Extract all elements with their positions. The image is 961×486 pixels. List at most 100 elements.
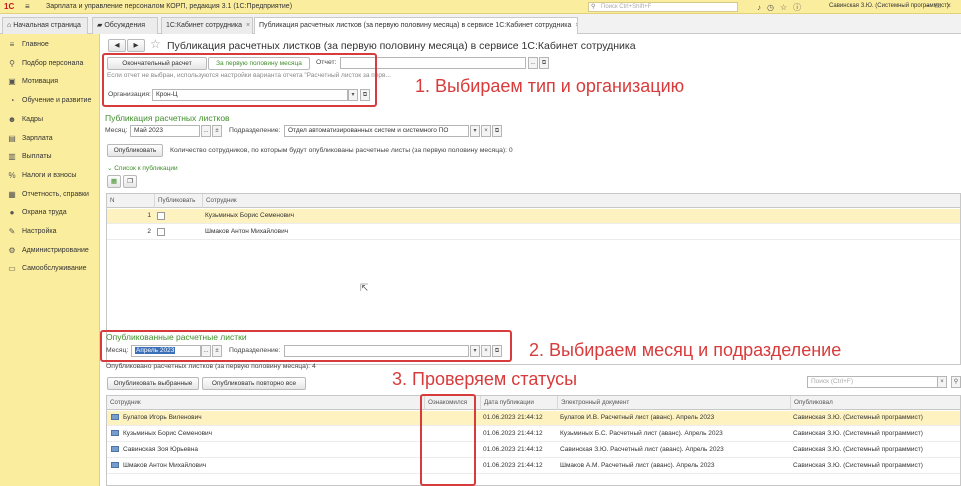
publish-again-all-button[interactable]: Опубликовать повторно все	[202, 377, 306, 390]
publish-count-text: Количество сотрудников, по которым будут…	[170, 147, 513, 154]
report-open-button[interactable]: ⧉	[539, 57, 549, 69]
sidebar-item[interactable]: ▣ Мотивация	[0, 73, 100, 91]
table-row[interactable]: 2 Шмаков Антон Михайлович	[107, 225, 960, 240]
employee-name: Кузьминых Борис Семенович	[111, 427, 212, 441]
section-icon: ⚲	[9, 58, 15, 68]
employee-name-text: Кузьминых Борис Семенович	[123, 430, 213, 437]
back-button[interactable]: ◀	[108, 39, 126, 52]
sidebar-item[interactable]: ▤ Зарплата	[0, 130, 100, 148]
page-title: Публикация расчетных листков (за первую …	[167, 40, 636, 52]
publish-month-label: Месяц:	[105, 127, 128, 134]
clear-search-icon[interactable]: ×	[937, 376, 947, 388]
close-window-icon[interactable]: ×	[946, 1, 957, 10]
tab-home[interactable]: ⌂ Начальная страница	[2, 17, 88, 34]
star-icon[interactable]: ☆	[780, 3, 793, 12]
close-icon[interactable]: ×	[575, 22, 577, 29]
employee-icon	[111, 414, 119, 421]
sidebar-item[interactable]: % Налоги и взносы	[0, 167, 100, 185]
close-icon[interactable]: ×	[246, 22, 250, 29]
favorite-star-icon[interactable]: ☆	[150, 37, 161, 51]
highlight-type-organization	[102, 53, 377, 107]
published-by: Савинская З.Ю. (Системный программист)	[793, 446, 923, 453]
section-icon: ▭	[8, 264, 16, 274]
publish-date: 01.06.2023 21:44:12	[483, 414, 543, 421]
section-icon: ▥	[8, 152, 16, 162]
section-icon: ▣	[8, 77, 16, 87]
highlight-acquainted-column	[420, 394, 476, 486]
publish-selected-button[interactable]: Опубликовать выбранные	[107, 377, 199, 390]
col-employee[interactable]: Сотрудник	[107, 396, 424, 410]
publish-dept-open-button[interactable]: ⧉	[492, 125, 502, 137]
sidebar-item[interactable]: ▦ Отчетность, справки	[0, 186, 100, 204]
sidebar-item[interactable]: ◔ Обучение и развитие	[0, 92, 100, 110]
copy-list-button[interactable]: ❐	[123, 175, 137, 188]
tab-publication[interactable]: Публикация расчетных листков (за первую …	[254, 17, 578, 35]
sidebar-item-label: Мотивация	[22, 78, 59, 86]
e-document: Булатов И.В. Расчетный лист (аванс). Апр…	[560, 414, 715, 421]
publish-checkbox[interactable]	[157, 228, 165, 236]
published-by: Савинская З.Ю. (Системный программист)	[793, 414, 923, 421]
publish-month-select-button[interactable]: ...	[201, 125, 211, 137]
sidebar-item[interactable]: ⚲ Подбор персонала	[0, 55, 100, 73]
publish-date: 01.06.2023 21:44:12	[483, 446, 543, 453]
employee-name-text: Булатов Игорь Виленович	[123, 414, 202, 421]
published-search-input[interactable]: Поиск (Ctrl+F)	[807, 376, 941, 388]
table-row[interactable]: Кузьминых Борис Семенович 01.06.2023 21:4…	[107, 427, 960, 442]
section-icon: ⚙	[8, 245, 16, 255]
highlight-month-department	[100, 330, 512, 362]
sidebar-item-label: Администрирование	[22, 246, 89, 254]
table-row[interactable]: Савинская Зоя Юрьевна 01.06.2023 21:44:12…	[107, 443, 960, 458]
publish-checkbox[interactable]	[157, 212, 165, 220]
col-published-by[interactable]: Опубликовал	[790, 396, 961, 410]
sidebar-item[interactable]: ▭ Самообслуживание	[0, 260, 100, 278]
publish-dept-field[interactable]: Отдел автоматизированных систем и систем…	[284, 125, 469, 137]
fill-list-button[interactable]: ▦	[107, 175, 121, 188]
table-row[interactable]: Булатов Игорь Виленович 01.06.2023 21:44:…	[107, 411, 960, 426]
published-grid: Сотрудник Ознакомился Дата публикации Эл…	[106, 395, 961, 486]
published-search-placeholder: Поиск (Ctrl+F)	[811, 378, 854, 385]
publish-dept-dropdown-icon[interactable]: ▾	[470, 125, 480, 137]
col-publish[interactable]: Публиковать	[154, 194, 202, 208]
publish-month-field[interactable]: Май 2023	[130, 125, 200, 137]
table-row[interactable]: Шмаков Антон Михайлович 01.06.2023 21:44:…	[107, 459, 960, 474]
section-icon: %	[8, 170, 16, 180]
employee-name-text: Шмаков Антон Михайлович	[123, 462, 207, 469]
sidebar-item[interactable]: ▥ Выплаты	[0, 148, 100, 166]
forward-button[interactable]: ▶	[127, 39, 145, 52]
col-employee[interactable]: Сотрудник	[202, 194, 602, 208]
publish-list-toggle[interactable]: ⌄ Список к публикации	[107, 164, 178, 172]
publish-dept-clear-button[interactable]: ×	[481, 125, 491, 137]
col-n[interactable]: N	[107, 194, 154, 208]
tab-employee-cabinet[interactable]: 1С:Кабинет сотрудника ×	[161, 17, 253, 34]
section-icon: ≡	[9, 40, 15, 49]
published-by: Савинская З.Ю. (Системный программист)	[793, 462, 923, 469]
bell-icon[interactable]: ♪	[757, 3, 767, 12]
sidebar-item[interactable]: ✎ Настройка	[0, 223, 100, 241]
tab-discussions[interactable]: ▰ Обсуждения	[92, 17, 158, 34]
titlebar-tools: ♪◷☆ⓘ	[757, 2, 807, 13]
maximize-icon[interactable]: □	[935, 1, 946, 10]
table-row[interactable]: 1 Кузьминых Борис Семенович	[107, 209, 960, 224]
e-document: Савинская З.Ю. Расчетный лист (аванс). А…	[560, 446, 724, 453]
sidebar-item[interactable]: ≡ Главное	[0, 36, 100, 54]
publish-button[interactable]: Опубликовать	[107, 144, 163, 157]
sidebar-item[interactable]: ⚙ Администрирование	[0, 242, 100, 260]
e-document: Кузьминых Б.С. Расчетный лист (аванс). А…	[560, 430, 723, 437]
publish-heading: Публикация расчетных листков	[105, 113, 230, 123]
section-icon: ●	[9, 208, 15, 218]
history-icon[interactable]: ◷	[767, 3, 780, 12]
minimize-icon[interactable]: –	[925, 1, 935, 10]
global-search-input[interactable]: ⚲ Поиск Ctrl+Shift+F	[588, 2, 738, 12]
search-icon[interactable]: ⚲	[951, 376, 961, 388]
employee-icon	[111, 462, 119, 469]
info-icon[interactable]: ⓘ	[793, 3, 807, 12]
app-title: Зарплата и управление персоналом КОРП, р…	[46, 3, 293, 10]
sidebar-item-label: Подбор персонала	[22, 59, 84, 67]
main-menu-icon[interactable]: ≡	[25, 2, 30, 11]
report-select-button[interactable]: ...	[528, 57, 538, 69]
col-e-document[interactable]: Электронный документ	[557, 396, 790, 410]
sidebar-item[interactable]: ● Охрана труда	[0, 204, 100, 222]
col-publish-date[interactable]: Дата публикации	[480, 396, 557, 410]
publish-month-stepper[interactable]: ±	[212, 125, 222, 137]
sidebar-item[interactable]: ☻ Кадры	[0, 111, 100, 129]
